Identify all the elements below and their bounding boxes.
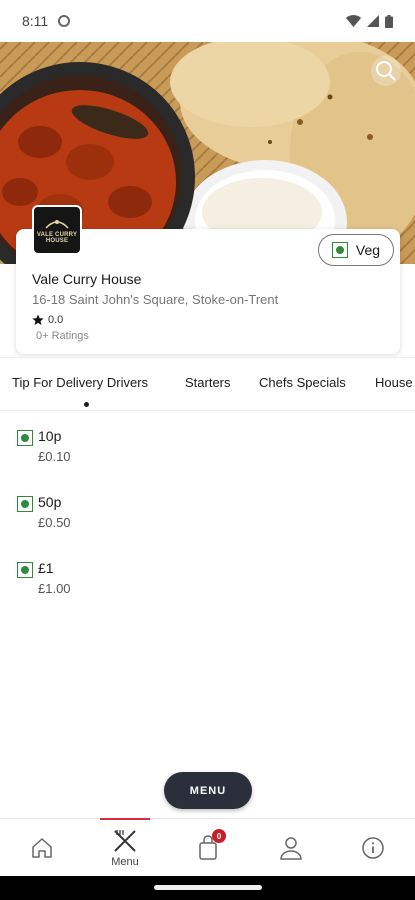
veg-indicator-icon xyxy=(17,430,33,446)
nav-menu-label: Menu xyxy=(111,856,139,868)
nav-profile[interactable] xyxy=(261,819,321,877)
tab-tip-for-delivery-drivers[interactable]: Tip For Delivery Drivers xyxy=(12,375,148,390)
status-time: 8:11 xyxy=(22,13,49,29)
veg-filter-toggle[interactable]: Veg xyxy=(318,234,394,266)
signal-icon xyxy=(367,15,379,27)
item-price: £1.00 xyxy=(38,581,71,596)
menu-cutlery-icon xyxy=(114,830,136,852)
nav-menu[interactable]: Menu xyxy=(95,819,155,877)
category-tabs: Tip For Delivery Drivers Starters Chefs … xyxy=(0,357,415,411)
system-gesture-bar xyxy=(0,876,415,900)
status-notification-icon xyxy=(58,15,71,27)
item-name: £1 xyxy=(38,560,54,576)
restaurant-name: Vale Curry House xyxy=(32,271,142,287)
home-icon xyxy=(32,838,52,858)
bottom-navigation: Menu 0 xyxy=(0,818,415,876)
nav-cart[interactable]: 0 xyxy=(178,819,238,877)
status-icons xyxy=(346,14,393,28)
tab-starters[interactable]: Starters xyxy=(185,375,231,390)
menu-button[interactable]: MENU xyxy=(164,772,252,809)
tab-chefs-specials[interactable]: Chefs Specials xyxy=(259,375,346,390)
logo-text: VALE CURRY HOUSE xyxy=(36,232,78,244)
restaurant-address: 16-18 Saint John's Square, Stoke-on-Tren… xyxy=(32,292,279,307)
logo-emblem-icon xyxy=(45,220,69,229)
status-bar: 8:11 xyxy=(0,0,415,42)
menu-item[interactable]: 50p £0.50 xyxy=(16,494,396,538)
profile-icon xyxy=(280,837,302,860)
menu-item[interactable]: £1 £1.00 xyxy=(16,560,396,604)
veg-filter-label: Veg xyxy=(355,242,381,258)
nav-info[interactable] xyxy=(343,819,403,877)
veg-indicator-icon xyxy=(17,562,33,578)
wifi-icon xyxy=(346,15,361,27)
battery-icon xyxy=(385,14,393,28)
item-price: £0.50 xyxy=(38,515,71,530)
menu-item[interactable]: 10p £0.10 xyxy=(16,428,396,472)
tab-house[interactable]: House xyxy=(375,375,413,390)
veg-indicator-icon xyxy=(17,496,33,512)
veg-indicator-icon xyxy=(331,242,348,258)
item-name: 10p xyxy=(38,428,62,444)
nav-home[interactable] xyxy=(12,819,72,877)
ratings-count: 0+ Ratings xyxy=(36,330,89,342)
rating-row: 0.0 xyxy=(32,314,63,326)
restaurant-logo: VALE CURRY HOUSE xyxy=(32,205,82,255)
restaurant-info-card: VALE CURRY HOUSE Veg Vale Curry House 16… xyxy=(16,205,400,354)
item-price: £0.10 xyxy=(38,449,71,464)
cart-badge: 0 xyxy=(212,829,226,843)
star-icon xyxy=(32,314,44,325)
active-tab-indicator xyxy=(84,402,89,407)
item-name: 50p xyxy=(38,494,62,510)
info-icon xyxy=(362,837,384,859)
rating-value: 0.0 xyxy=(48,314,64,326)
home-gesture-handle[interactable] xyxy=(154,885,262,890)
search-icon xyxy=(376,61,396,81)
search-button[interactable] xyxy=(371,56,401,86)
